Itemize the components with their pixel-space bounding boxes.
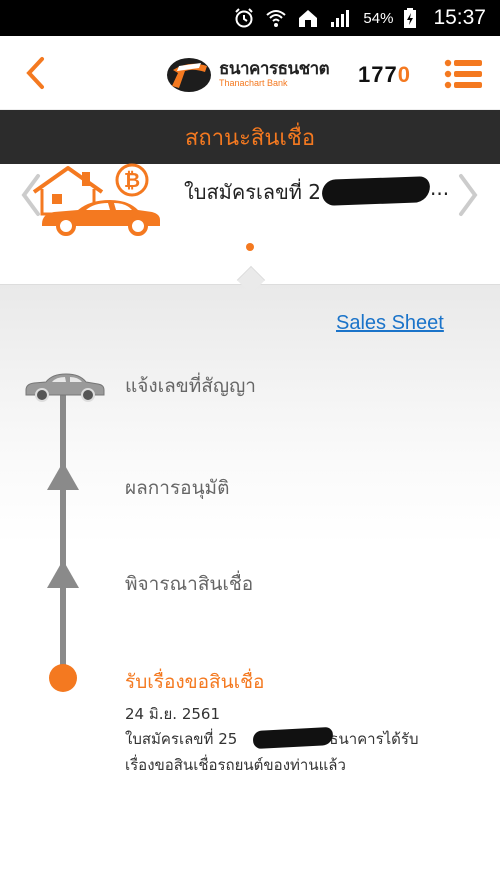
signal-icon bbox=[329, 7, 353, 29]
step-description-line1-end: ธนาคารได้รับ bbox=[329, 730, 419, 748]
call-center-button[interactable]: 1770 bbox=[358, 62, 411, 88]
battery-percent: 54% bbox=[363, 9, 394, 27]
clock: 15:37 bbox=[433, 6, 486, 29]
call-center-accent: 0 bbox=[397, 62, 411, 87]
car-home-loan-icon: ₿ bbox=[28, 162, 168, 236]
call-center-digit: 7 bbox=[384, 62, 398, 87]
timeline-step-application-received: รับเรื่องขอสินเชื่อ bbox=[125, 671, 265, 693]
application-number-ellipsis: ... bbox=[430, 176, 450, 200]
timeline-line bbox=[60, 392, 66, 676]
home-network-icon bbox=[297, 7, 319, 29]
step-date: 24 มิ.ย. 2561 bbox=[125, 705, 221, 723]
menu-button[interactable] bbox=[444, 58, 484, 90]
chevron-right-icon bbox=[459, 174, 478, 216]
status-bar: 54% 15:37 bbox=[0, 0, 500, 36]
car-icon bbox=[22, 366, 106, 402]
application-number-label: ใบสมัครเลขที่ 2 bbox=[184, 180, 322, 204]
step-description-line2: เรื่องขอสินเชื่อรถยนต์ของท่านแล้ว bbox=[125, 756, 346, 774]
logo-english-text: Thanachart Bank bbox=[219, 78, 288, 88]
redaction-mark bbox=[321, 176, 431, 206]
carousel-next-button[interactable] bbox=[455, 172, 481, 218]
alarm-icon bbox=[233, 7, 255, 29]
carousel-page-indicator bbox=[246, 243, 254, 251]
call-center-prefix: 17 bbox=[358, 62, 385, 87]
chevron-left-icon bbox=[26, 57, 44, 89]
page-title: สถานะสินเชื่อ bbox=[184, 125, 316, 151]
hamburger-menu-icon bbox=[444, 59, 482, 89]
arrow-up-icon bbox=[47, 462, 79, 490]
timeline-step-credit-review: พิจารณาสินเชื่อ bbox=[125, 573, 254, 595]
app-header: ธนาคารธนชาต Thanachart Bank 1770 bbox=[0, 36, 500, 110]
timeline-step-approval-result: ผลการอนุมัติ bbox=[125, 477, 230, 499]
logo-thai-text: ธนาคารธนชาต bbox=[219, 59, 330, 78]
bank-logo: ธนาคารธนชาต Thanachart Bank bbox=[165, 52, 335, 96]
step-description-line1-start: ใบสมัครเลขที่ 25 bbox=[125, 730, 238, 748]
svg-text:₿: ₿ bbox=[124, 168, 140, 192]
page-title-bar: สถานะสินเชื่อ bbox=[0, 110, 500, 164]
sales-sheet-link[interactable]: Sales Sheet bbox=[336, 312, 444, 335]
back-button[interactable] bbox=[22, 56, 52, 90]
arrow-up-icon bbox=[47, 560, 79, 588]
current-step-dot bbox=[49, 664, 77, 692]
wifi-icon bbox=[265, 7, 287, 29]
battery-charging-icon bbox=[403, 7, 417, 29]
timeline-step-contract-number: แจ้งเลขที่สัญญา bbox=[125, 375, 256, 397]
thanachart-logo-icon bbox=[167, 58, 211, 92]
